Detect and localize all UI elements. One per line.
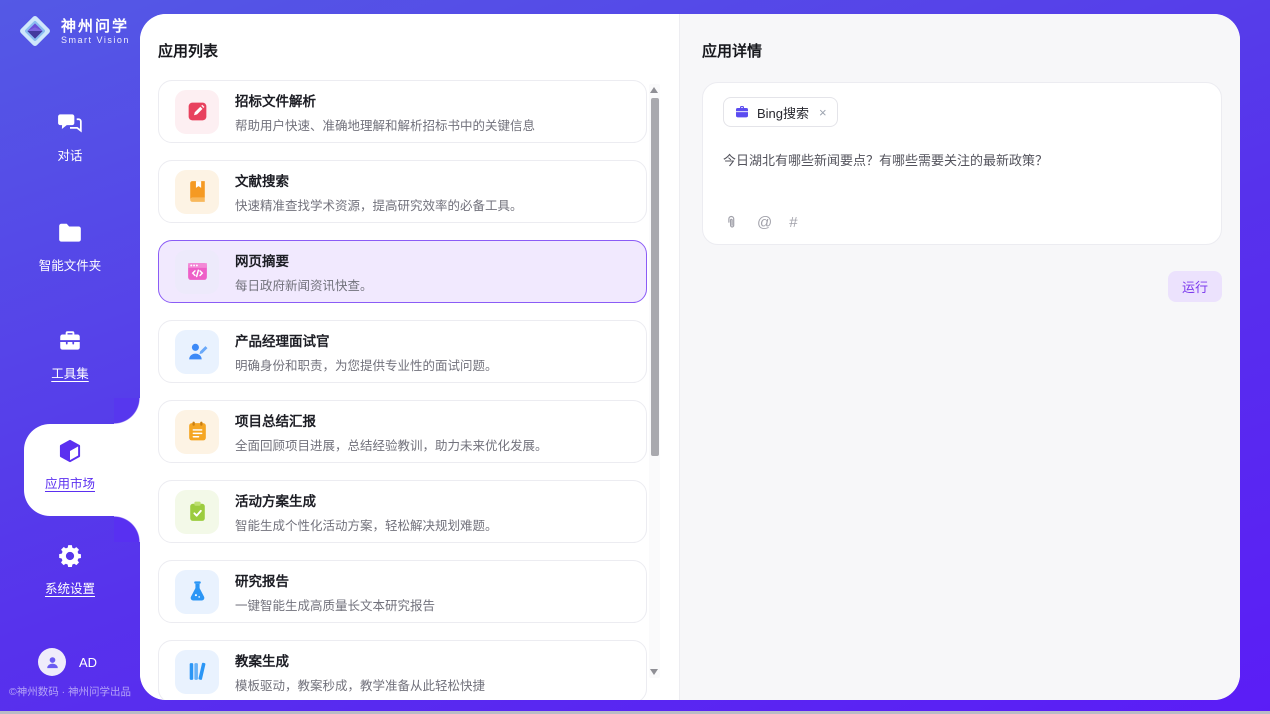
tool-tag-bing-search[interactable]: Bing搜索 ×: [723, 97, 838, 127]
app-list-pane: 应用列表 招标文件解析 帮助用户快速、准确地理解和解析招标书中的关键信息: [140, 14, 680, 700]
toolbox-icon: [57, 328, 83, 354]
sidebar-item-smart-folder[interactable]: 智能文件夹: [0, 220, 140, 274]
app-description: 快速精准查找学术资源，提高研究效率的必备工具。: [235, 195, 523, 214]
app-list: 招标文件解析 帮助用户快速、准确地理解和解析招标书中的关键信息 文献搜索 快速精…: [158, 80, 647, 700]
brand-name: 神州问学: [61, 18, 130, 35]
app-name: 文献搜索: [235, 170, 523, 190]
app-description: 模板驱动，教案秒成，教学准备从此轻松快捷: [235, 675, 485, 694]
user-account[interactable]: AD: [38, 648, 97, 676]
sidebar-item-label: 对话: [57, 145, 82, 164]
person-icon: [44, 654, 61, 671]
app-detail-pane: 应用详情 Bing搜索 × 今日湖北有哪些新闻要点？有哪些需要关注的最新政策？ …: [680, 14, 1240, 700]
user-initials: AD: [79, 655, 97, 670]
mention-icon[interactable]: @: [757, 215, 772, 230]
memo-icon: [175, 410, 219, 454]
app-description: 帮助用户快速、准确地理解和解析招标书中的关键信息: [235, 115, 535, 134]
brand-logo-icon: [16, 12, 54, 50]
list-item-research-report[interactable]: 研究报告 一键智能生成高质量长文本研究报告: [158, 560, 647, 623]
brand: 神州问学 Smart Vision: [16, 12, 130, 50]
gear-icon: [57, 543, 83, 569]
app-name: 项目总结汇报: [235, 410, 548, 430]
brand-text: 神州问学 Smart Vision: [61, 18, 130, 45]
sidebar-item-system-settings[interactable]: 系统设置: [0, 543, 140, 597]
interviewer-icon: [175, 330, 219, 374]
edit-document-icon: [175, 90, 219, 134]
sidebar-item-label: 工具集: [51, 363, 89, 382]
hashtag-icon[interactable]: #: [789, 215, 797, 230]
list-item-literature-search[interactable]: 文献搜索 快速精准查找学术资源，提高研究效率的必备工具。: [158, 160, 647, 223]
folder-icon: [57, 220, 83, 246]
cube-icon: [57, 438, 83, 464]
app-name: 教案生成: [235, 650, 485, 670]
copyright-text: ©神州数码 · 神州问学出品: [0, 684, 140, 699]
paperclip-icon[interactable]: [723, 214, 740, 231]
scroll-up-icon[interactable]: [650, 87, 658, 93]
scroll-down-icon[interactable]: [650, 669, 658, 675]
list-item-bid-document-parse[interactable]: 招标文件解析 帮助用户快速、准确地理解和解析招标书中的关键信息: [158, 80, 647, 143]
app-detail-title: 应用详情: [702, 40, 762, 61]
list-item-lesson-plan-generator[interactable]: 教案生成 模板驱动，教案秒成，教学准备从此轻松快捷: [158, 640, 647, 700]
brand-subtitle: Smart Vision: [61, 35, 130, 45]
list-item-pm-interviewer[interactable]: 产品经理面试官 明确身份和职责，为您提供专业性的面试问题。: [158, 320, 647, 383]
active-tab-fillet-top: [114, 398, 140, 424]
close-icon[interactable]: ×: [819, 106, 827, 119]
sidebar: 神州问学 Smart Vision 对话 智能文件夹 工具集 应用市场: [0, 0, 140, 714]
app-description: 一键智能生成高质量长文本研究报告: [235, 595, 435, 614]
run-button[interactable]: 运行: [1168, 271, 1222, 302]
tool-tag-label: Bing搜索: [757, 103, 809, 122]
sidebar-item-chat[interactable]: 对话: [0, 110, 140, 164]
app-list-title: 应用列表: [158, 40, 218, 61]
sidebar-item-label: 智能文件夹: [39, 255, 102, 274]
books-icon: [175, 650, 219, 694]
list-item-webpage-summary[interactable]: 网页摘要 每日政府新闻资讯快查。: [158, 240, 647, 303]
scrollbar-thumb[interactable]: [651, 98, 659, 456]
sidebar-item-label: 应用市场: [45, 473, 95, 492]
prompt-text[interactable]: 今日湖北有哪些新闻要点？有哪些需要关注的最新政策？: [723, 152, 1201, 170]
app-description: 全面回顾项目进展，总结经验教训，助力未来优化发展。: [235, 435, 548, 454]
app-description: 明确身份和职责，为您提供专业性的面试问题。: [235, 355, 498, 374]
app-name: 活动方案生成: [235, 490, 498, 510]
app-name: 研究报告: [235, 570, 435, 590]
app-name: 招标文件解析: [235, 90, 535, 110]
list-item-event-plan-generator[interactable]: 活动方案生成 智能生成个性化活动方案，轻松解决规划难题。: [158, 480, 647, 543]
app-name: 产品经理面试官: [235, 330, 498, 350]
sidebar-item-toolset[interactable]: 工具集: [0, 328, 140, 382]
sidebar-item-app-market[interactable]: 应用市场: [0, 438, 140, 492]
sidebar-item-label: 系统设置: [45, 578, 95, 597]
main-panel: 应用列表 招标文件解析 帮助用户快速、准确地理解和解析招标书中的关键信息: [140, 14, 1240, 700]
clipboard-check-icon: [175, 490, 219, 534]
book-icon: [175, 170, 219, 214]
active-tab-fillet-bottom: [114, 516, 140, 542]
app-description: 智能生成个性化活动方案，轻松解决规划难题。: [235, 515, 498, 534]
briefcase-icon: [734, 104, 750, 120]
prompt-input-card[interactable]: Bing搜索 × 今日湖北有哪些新闻要点？有哪些需要关注的最新政策？ @ #: [702, 82, 1222, 245]
attachment-toolbar: @ #: [723, 214, 798, 231]
list-scrollbar[interactable]: [649, 84, 660, 678]
flask-icon: [175, 570, 219, 614]
app-name: 网页摘要: [235, 250, 373, 270]
list-item-project-summary[interactable]: 项目总结汇报 全面回顾项目进展，总结经验教训，助力未来优化发展。: [158, 400, 647, 463]
webpage-code-icon: [175, 250, 219, 294]
avatar: [38, 648, 66, 676]
chat-icon: [57, 110, 83, 136]
app-description: 每日政府新闻资讯快查。: [235, 275, 373, 294]
